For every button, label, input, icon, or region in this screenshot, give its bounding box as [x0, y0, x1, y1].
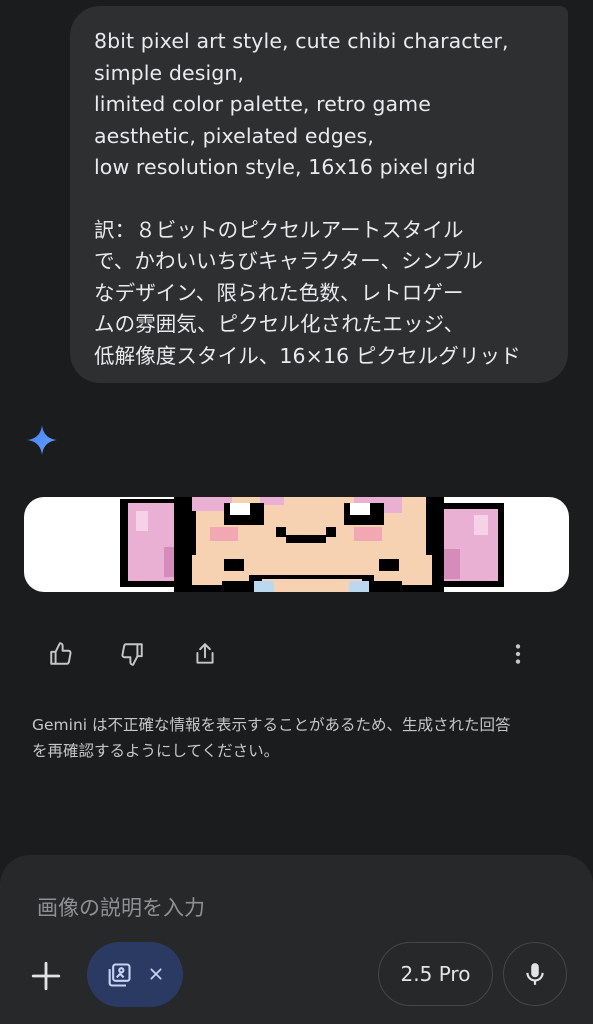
- chat-screen: 8bit pixel art style, cute chibi charact…: [0, 0, 593, 1024]
- mic-icon[interactable]: [503, 942, 567, 1006]
- image-edit-icon: [105, 961, 133, 989]
- prompt-blank-line: [94, 184, 550, 215]
- model-selector-button[interactable]: 2.5 Pro: [378, 942, 493, 1006]
- prompt-input[interactable]: 画像の説明を入力: [37, 892, 205, 922]
- prompt-line: で、かわいいちびキャラクター、シンプル: [94, 249, 483, 273]
- prompt-line: 低解像度スタイル、16×16 ピクセルグリッド: [94, 343, 521, 368]
- prompt-line: limited color palette, retro game: [94, 92, 431, 116]
- image-edit-chip[interactable]: [87, 942, 183, 1007]
- share-icon[interactable]: [187, 636, 223, 672]
- gemini-sparkle-icon: [26, 424, 58, 456]
- thumbs-down-icon[interactable]: [114, 636, 150, 672]
- prompt-line: なデザイン、限られた色数、レトロゲー: [94, 280, 464, 305]
- plus-icon[interactable]: [25, 955, 67, 997]
- prompt-line: simple design,: [94, 60, 245, 85]
- prompt-line: aesthetic, pixelated edges,: [94, 123, 374, 148]
- disclaimer-line: を再確認するようにしてください。: [32, 742, 280, 760]
- generated-image[interactable]: [24, 497, 569, 592]
- close-icon[interactable]: [145, 963, 167, 985]
- more-vert-icon[interactable]: [500, 636, 536, 672]
- user-prompt-bubble[interactable]: 8bit pixel art style, cute chibi charact…: [70, 6, 568, 383]
- disclaimer-text: Gemini は不正確な情報を表示することがあるため、生成された回答 を再確認す…: [32, 712, 567, 764]
- prompt-line: ムの雰囲気、ピクセル化されたエッジ、: [94, 312, 465, 336]
- disclaimer-line: Gemini は不正確な情報を表示することがあるため、生成された回答: [32, 716, 511, 734]
- thumbs-up-icon[interactable]: [43, 636, 79, 672]
- input-panel: [0, 855, 593, 1024]
- pixel-art-chibi-image: [120, 497, 504, 592]
- prompt-line: 8bit pixel art style, cute chibi charact…: [94, 29, 509, 53]
- prompt-line: low resolution style, 16x16 pixel grid: [94, 155, 476, 179]
- prompt-line: 訳：８ビットのピクセルアートスタイル: [94, 217, 464, 242]
